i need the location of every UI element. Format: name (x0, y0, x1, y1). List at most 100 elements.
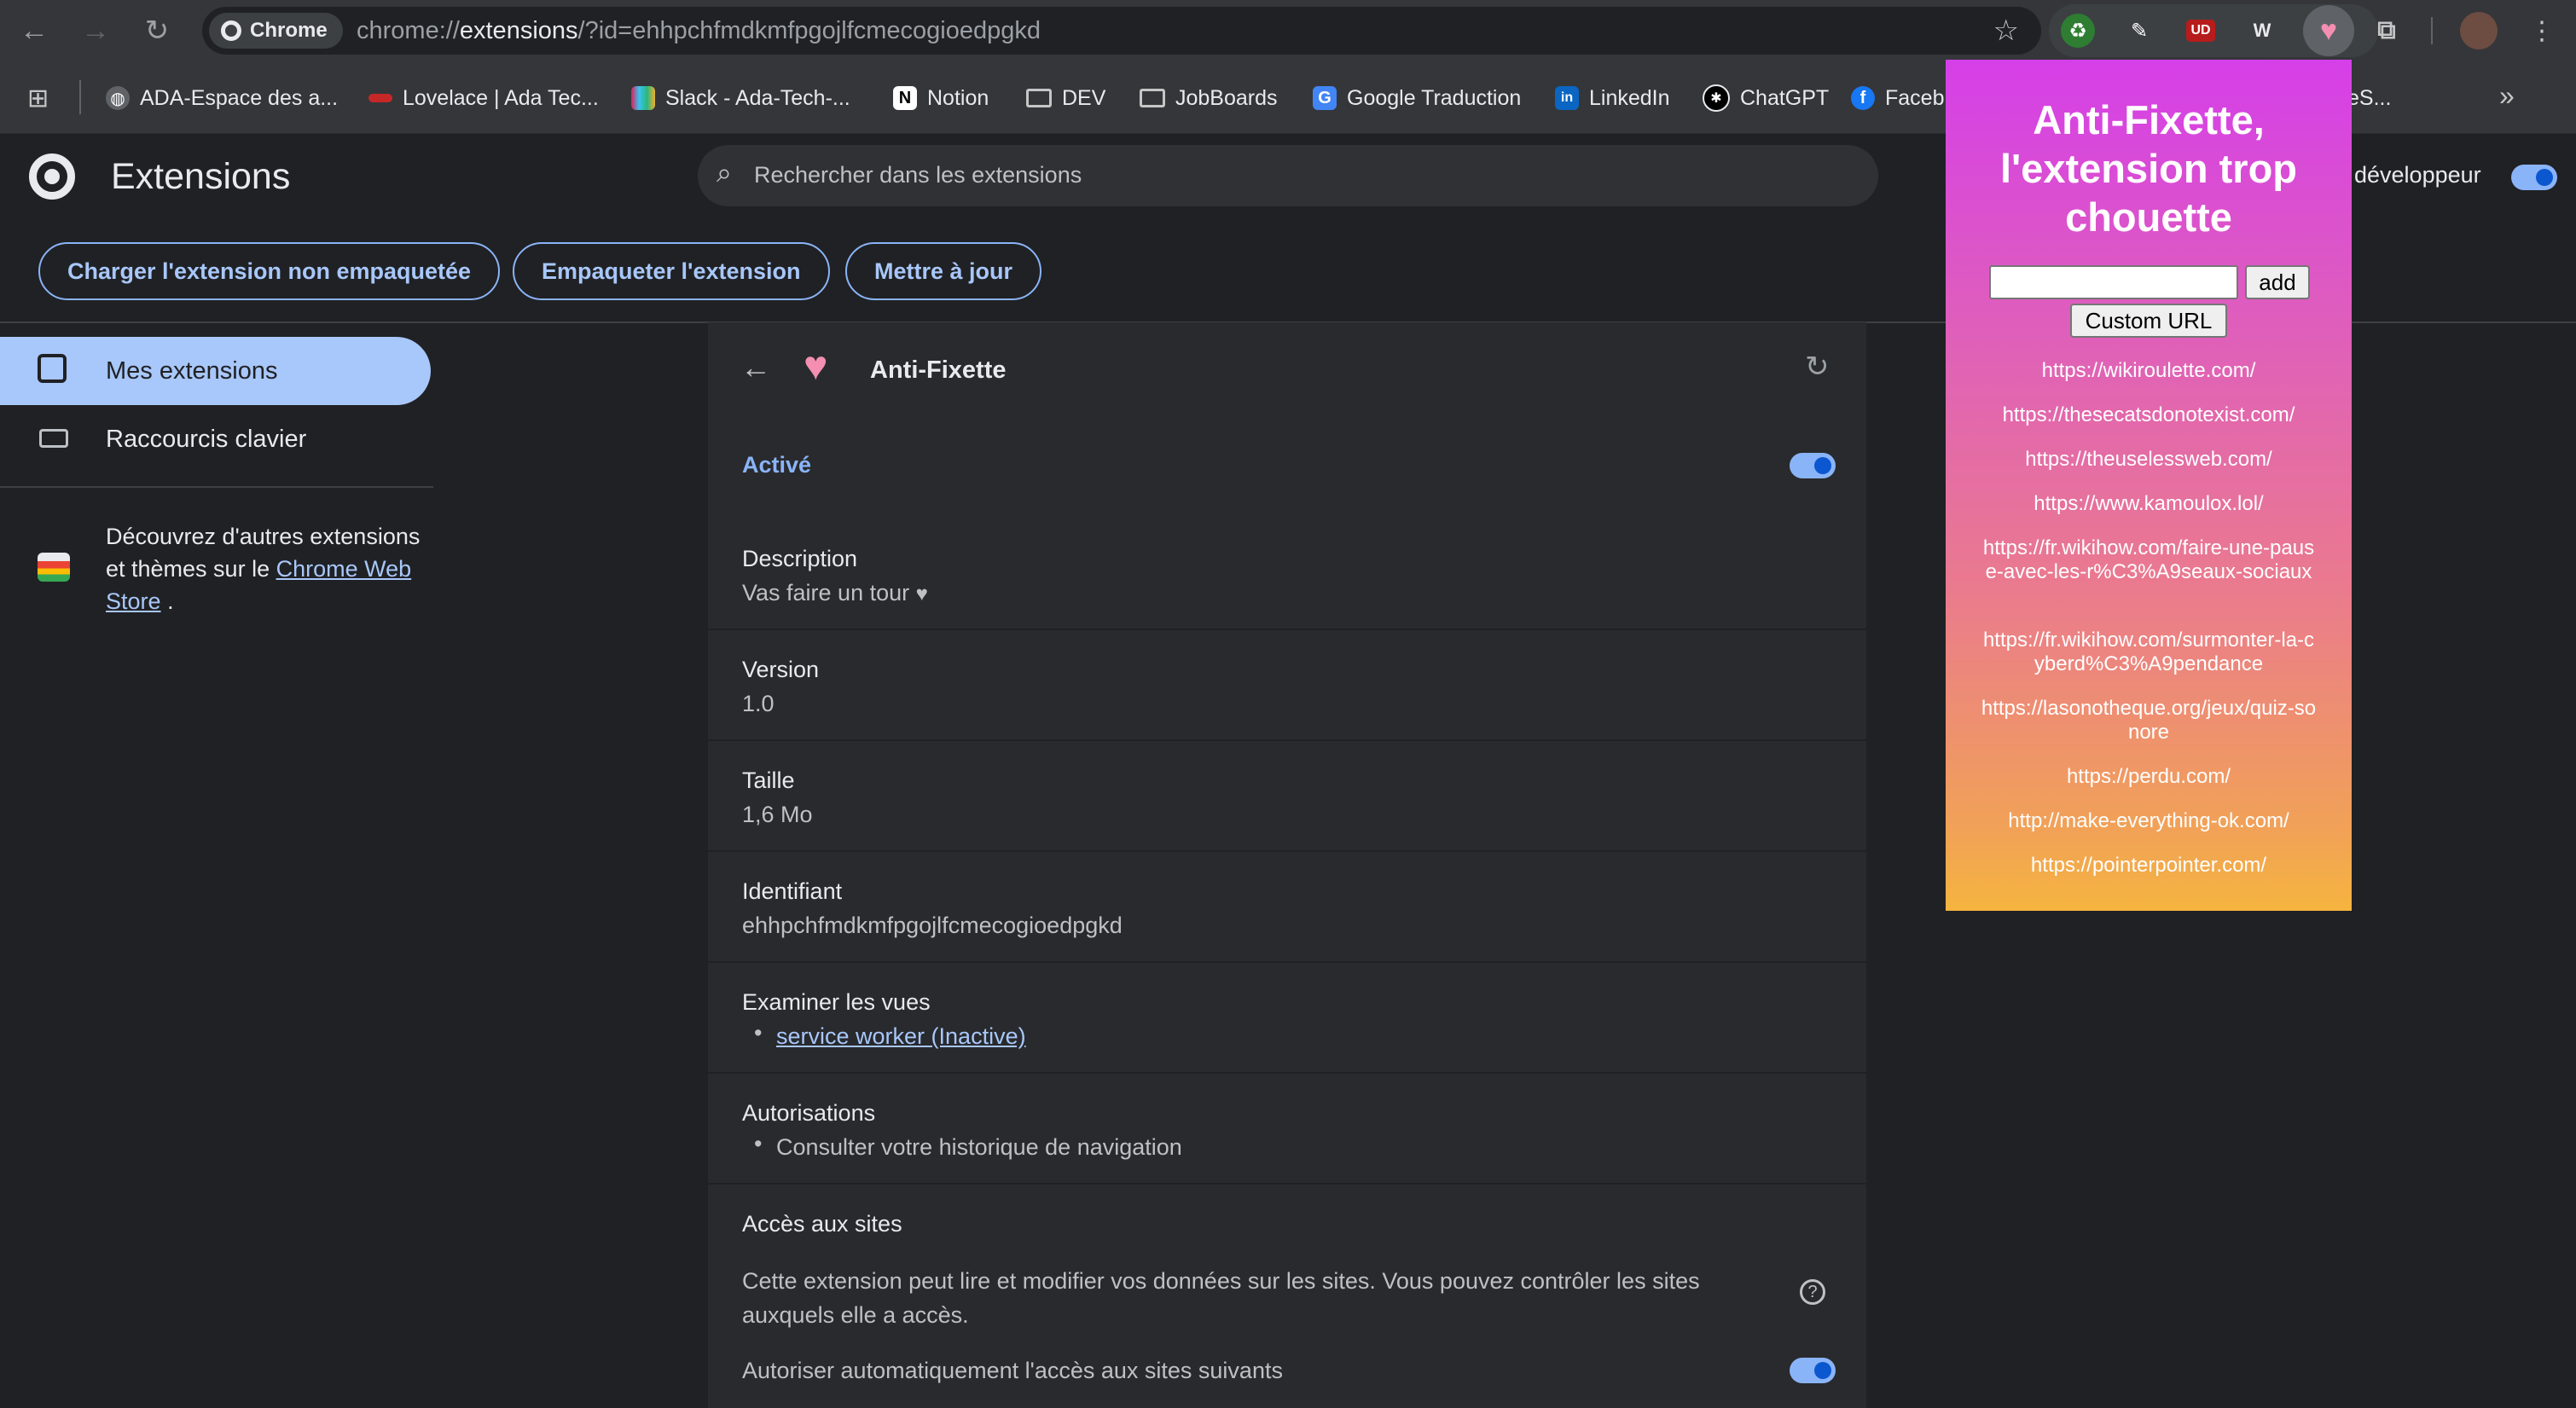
load-unpacked-button[interactable]: Charger l'extension non empaquetée (38, 242, 501, 300)
sidebar-item-keyboard-shortcuts[interactable]: Raccourcis clavier (0, 405, 431, 473)
ublock-icon[interactable]: UD (2184, 14, 2218, 48)
id-label: Identifiant (742, 878, 843, 904)
url-path: /?id=ehhpchfmdkmfpgojlfcmecogioedpgkd (577, 17, 1041, 44)
row-divider (708, 739, 1866, 741)
add-button[interactable]: add (2245, 265, 2310, 299)
apps-grid-icon[interactable]: ⊞ (27, 84, 49, 113)
bookmark-label: ChatGPT (1740, 85, 1830, 110)
bookmark-item[interactable]: G Google Traduction (1313, 84, 1521, 113)
popup-link[interactable]: https://wikiroulette.com/ (1946, 359, 2352, 383)
auto-allow-toggle[interactable] (1790, 1358, 1836, 1383)
heart-icon: ♥ (915, 582, 928, 605)
chrome-logo-icon (29, 154, 75, 200)
toolbar-separator (2431, 17, 2433, 44)
popup-link[interactable]: https://pointerpointer.com/ (1946, 854, 2352, 878)
popup-link[interactable]: https://fr.wikihow.com/surmonter-la-cybe… (1980, 629, 2318, 676)
notion-glyph: N (898, 88, 912, 107)
notion-icon: N (893, 86, 917, 110)
search-bar[interactable]: ⌕ Rechercher dans les extensions (698, 145, 1878, 206)
bookmarks-separator (79, 80, 81, 114)
extension-details-panel: ← ♥ Anti-Fixette ↻ Activé Description Va… (708, 322, 1866, 1408)
bookmark-label: JobBoards (1175, 85, 1278, 110)
wv-icon[interactable]: W (2245, 14, 2279, 48)
web-store-icon (38, 553, 70, 582)
anti-fixette-popup: Anti-Fixette, l'extension trop chouette … (1946, 60, 2352, 911)
custom-url-button[interactable]: Custom URL (2070, 304, 2227, 338)
update-button[interactable]: Mettre à jour (845, 242, 1042, 300)
back-arrow-icon[interactable]: ← (740, 350, 771, 385)
pipette-icon[interactable]: ✎ (2122, 14, 2156, 48)
popup-link[interactable]: https://thesecatsdonotexist.com/ (1946, 403, 2352, 427)
sidebar-divider (0, 486, 433, 488)
bookmark-item[interactable]: ✱ ChatGPT (1703, 84, 1829, 113)
description-text: Vas faire un tour (742, 580, 910, 605)
address-bar[interactable]: Chrome chrome://extensions/?id=ehhpchfmd… (202, 7, 2041, 55)
wv-label: W (2253, 20, 2271, 41)
menu-dots-icon[interactable]: ⋮ (2521, 10, 2562, 51)
extension-name: Anti-Fixette (870, 356, 1007, 384)
popup-link[interactable]: https://perdu.com/ (1946, 765, 2352, 789)
chevron-right-double-icon[interactable]: » (2499, 80, 2515, 112)
developer-mode-label: développeur (2354, 162, 2481, 188)
avatar[interactable] (2460, 12, 2498, 49)
popup-title: Anti-Fixette, l'extension trop chouette (1999, 97, 2298, 240)
bookmark-label: LinkedIn (1589, 85, 1670, 110)
description-label: Description (742, 546, 858, 571)
search-input[interactable]: Rechercher dans les extensions (754, 162, 1082, 188)
linkedin-icon: in (1555, 86, 1579, 110)
web-store-text-end: . (167, 588, 174, 614)
bookmark-item[interactable]: N Notion (893, 84, 989, 113)
page-title: Extensions (111, 156, 291, 197)
bookmark-item[interactable]: ◍ ADA-Espace des a... (106, 84, 338, 113)
bookmark-item[interactable]: DEV (1026, 84, 1105, 113)
version-label: Version (742, 657, 820, 682)
chatgpt-icon: ✱ (1703, 84, 1730, 112)
popup-link[interactable]: https://lasonotheque.org/jeux/quiz-sonor… (1980, 697, 2318, 745)
bookmark-item[interactable]: Lovelace | Ada Tec... (368, 84, 599, 113)
enabled-label: Activé (742, 452, 812, 478)
row-divider (708, 961, 1866, 963)
bookmark-item[interactable]: eS... (2347, 84, 2391, 113)
site-access-label: Accès aux sites (742, 1211, 902, 1237)
popup-link[interactable]: http://make-everything-ok.com/ (1946, 809, 2352, 833)
bookmark-star-icon[interactable]: ☆ (1993, 14, 2019, 48)
back-arrow-icon[interactable]: ← (14, 10, 55, 51)
keyboard-icon (39, 429, 68, 448)
sidebar-item-label: Mes extensions (106, 357, 278, 385)
puzzle-icon (38, 354, 67, 383)
extension-green-icon[interactable]: ♻ (2061, 14, 2095, 48)
url-input[interactable] (1989, 265, 2238, 299)
anti-fixette-heart-icon[interactable]: ♥ (2312, 14, 2346, 48)
forward-arrow-icon[interactable]: → (75, 10, 116, 51)
bookmark-item[interactable]: f Faceb (1851, 84, 1944, 113)
chrome-chip[interactable]: Chrome (209, 13, 343, 49)
sidebar-item-my-extensions[interactable]: Mes extensions (0, 337, 431, 405)
url-prefix: chrome:// (357, 17, 460, 44)
bookmark-item[interactable]: JobBoards (1140, 84, 1278, 113)
help-icon[interactable]: ? (1800, 1279, 1825, 1305)
url-text[interactable]: chrome://extensions/?id=ehhpchfmdkmfpgoj… (357, 17, 1041, 45)
bookmark-label: ADA-Espace des a... (140, 85, 339, 110)
google-translate-icon: G (1313, 86, 1337, 110)
reload-icon[interactable]: ↻ (136, 10, 177, 51)
folder-icon (1026, 89, 1052, 107)
popup-link[interactable]: https://www.kamoulox.lol/ (1946, 492, 2352, 516)
puzzle-icon[interactable]: ⧉ (2370, 14, 2404, 48)
pack-extension-button[interactable]: Empaqueter l'extension (513, 242, 830, 300)
permissions-label: Autorisations (742, 1100, 876, 1126)
service-worker-link[interactable]: service worker (Inactive) (776, 1023, 1026, 1050)
bookmark-item[interactable]: Slack - Ada-Tech-... (631, 84, 850, 113)
url-host: extensions (459, 17, 578, 44)
globe-icon: ◍ (106, 86, 130, 110)
reload-icon[interactable]: ↻ (1805, 350, 1830, 384)
popup-link[interactable]: https://fr.wikihow.com/faire-une-pause-a… (1980, 536, 2318, 584)
bullet: • (754, 1020, 763, 1046)
developer-mode-toggle[interactable] (2511, 165, 2557, 190)
size-label: Taille (742, 768, 795, 793)
popup-link[interactable]: https://theuselessweb.com/ (1946, 448, 2352, 472)
browser-toolbar: ← → ↻ Chrome chrome://extensions/?id=ehh… (0, 0, 2576, 61)
enabled-toggle[interactable] (1790, 453, 1836, 478)
lovelace-icon (368, 94, 392, 102)
bookmark-item[interactable]: in LinkedIn (1555, 84, 1670, 113)
search-icon: ⌕ (717, 157, 732, 188)
